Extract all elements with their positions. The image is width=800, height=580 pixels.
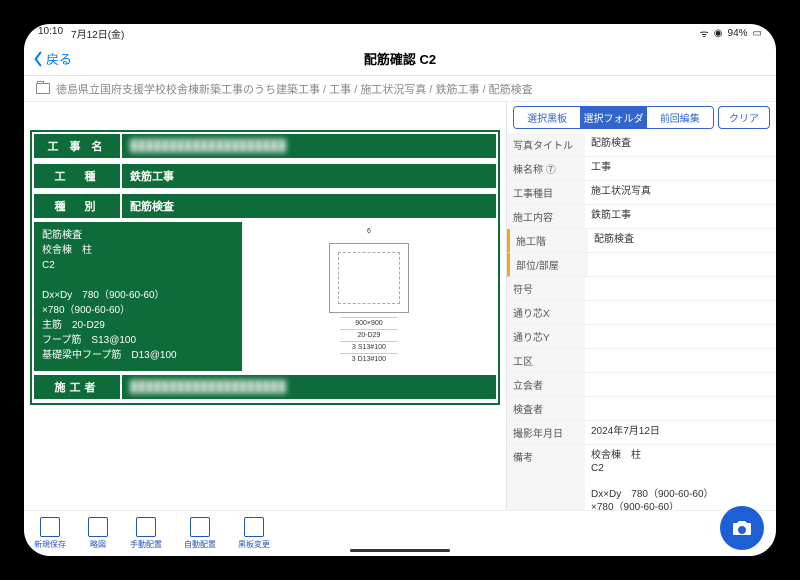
field-label: 検査者 bbox=[507, 397, 585, 420]
field-value bbox=[585, 277, 776, 300]
field-value bbox=[585, 349, 776, 372]
right-pane: 選択黒板 選択フォルダ 前回編集 クリア 写真タイトル配筋検査棟名称 ⑦工事工事… bbox=[506, 102, 776, 510]
bb-kind-label: 種 別 bbox=[32, 192, 122, 220]
field-value: 配筋検査 bbox=[588, 229, 776, 252]
seg-lastedit[interactable]: 前回編集 bbox=[647, 107, 713, 128]
field-row[interactable]: 施工内容鉄筋工事 bbox=[507, 205, 776, 229]
field-value: 校舎棟 柱 C2 Dx×Dy 780（900-60-60） ×780（900-6… bbox=[585, 445, 776, 510]
nav-bar: 戻る 配筋確認 C2 bbox=[24, 42, 776, 76]
field-row[interactable]: 通り芯X bbox=[507, 301, 776, 325]
toolbar-手動配置[interactable]: 手動配置 bbox=[130, 517, 162, 550]
field-row[interactable]: 棟名称 ⑦工事 bbox=[507, 157, 776, 181]
field-value bbox=[585, 397, 776, 420]
status-bar: 10:107月12日(金) ᯤ◉94%▭ bbox=[24, 24, 776, 42]
field-label: 符号 bbox=[507, 277, 585, 300]
camera-button[interactable] bbox=[720, 506, 764, 550]
toolbar-icon bbox=[40, 517, 60, 537]
field-label: 工事種目 bbox=[507, 181, 585, 204]
field-row[interactable]: 施工階配筋検査 bbox=[507, 229, 776, 253]
field-label: 撮影年月日 bbox=[507, 421, 585, 444]
battery-pct: 94% bbox=[728, 28, 748, 39]
field-row[interactable]: 検査者 bbox=[507, 397, 776, 421]
field-value bbox=[585, 325, 776, 348]
blackboard[interactable]: 工 事 名████████████████████ 工 種鉄筋工事 種 別配筋検… bbox=[30, 130, 500, 405]
field-value bbox=[588, 253, 776, 276]
status-date: 7月12日(金) bbox=[71, 26, 124, 41]
field-row[interactable]: 符号 bbox=[507, 277, 776, 301]
toolbar-icon bbox=[190, 517, 210, 537]
bb-body-text: 配筋検査 校舎棟 柱 C2 Dx×Dy 780（900-60-60） ×780（… bbox=[34, 222, 242, 371]
toolbar-icon bbox=[88, 517, 108, 537]
field-row[interactable]: 工区 bbox=[507, 349, 776, 373]
field-label: 施工階 bbox=[510, 229, 588, 252]
field-value bbox=[585, 373, 776, 396]
home-indicator[interactable] bbox=[350, 549, 450, 552]
toolbar-黒板変更[interactable]: 黒板変更 bbox=[238, 517, 270, 550]
toolbar-自動配置[interactable]: 自動配置 bbox=[184, 517, 216, 550]
field-row[interactable]: 工事種目施工状況写真 bbox=[507, 181, 776, 205]
field-label: 棟名称 ⑦ bbox=[507, 157, 585, 180]
field-row[interactable]: 部位/部屋 bbox=[507, 253, 776, 277]
toolbar-略図[interactable]: 略図 bbox=[88, 517, 108, 550]
bb-diagram: 6 900×900 20-D29 3 S13#100 3 D13#100 bbox=[242, 222, 496, 371]
field-label: 部位/部屋 bbox=[510, 253, 588, 276]
field-row[interactable]: 撮影年月日2024年7月12日 bbox=[507, 421, 776, 445]
toolbar-icon bbox=[136, 517, 156, 537]
bb-name-value: ████████████████████ bbox=[122, 132, 498, 160]
field-value: 2024年7月12日 bbox=[585, 421, 776, 444]
field-label: 通り芯Y bbox=[507, 325, 585, 348]
breadcrumb: 徳島県立国府支援学校校舎棟新築工事のうち建築工事 / 工事 / 施工状況写真 /… bbox=[24, 76, 776, 102]
field-label: 施工内容 bbox=[507, 205, 585, 228]
battery-icon: ◉ bbox=[714, 28, 723, 39]
field-row[interactable]: 備考校舎棟 柱 C2 Dx×Dy 780（900-60-60） ×780（900… bbox=[507, 445, 776, 510]
field-value: 鉄筋工事 bbox=[585, 205, 776, 228]
wifi-icon: ᯤ bbox=[700, 26, 709, 40]
field-row[interactable]: 立会者 bbox=[507, 373, 776, 397]
field-label: 備考 bbox=[507, 445, 585, 510]
field-value: 配筋検査 bbox=[585, 133, 776, 156]
field-value bbox=[585, 301, 776, 324]
bb-contractor-value: ████████████████████ bbox=[122, 373, 498, 401]
left-pane: 工 事 名████████████████████ 工 種鉄筋工事 種 別配筋検… bbox=[24, 102, 506, 510]
field-value: 施工状況写真 bbox=[585, 181, 776, 204]
seg-folder[interactable]: 選択フォルダ bbox=[580, 107, 646, 128]
field-value: 工事 bbox=[585, 157, 776, 180]
page-title: 配筋確認 C2 bbox=[24, 49, 776, 68]
seg-blackboard[interactable]: 選択黒板 bbox=[514, 107, 580, 128]
field-row[interactable]: 写真タイトル配筋検査 bbox=[507, 133, 776, 157]
bb-kind-value: 配筋検査 bbox=[122, 192, 498, 220]
field-label: 工区 bbox=[507, 349, 585, 372]
toolbar-新規保存[interactable]: 新規保存 bbox=[34, 517, 66, 550]
clear-button[interactable]: クリア bbox=[718, 106, 770, 129]
back-label: 戻る bbox=[46, 49, 72, 68]
field-label: 立会者 bbox=[507, 373, 585, 396]
bb-name-label: 工 事 名 bbox=[32, 132, 122, 160]
back-button[interactable]: 戻る bbox=[24, 49, 72, 68]
bb-type-value: 鉄筋工事 bbox=[122, 162, 498, 190]
field-label: 通り芯X bbox=[507, 301, 585, 324]
status-time: 10:10 bbox=[38, 26, 63, 41]
field-label: 写真タイトル bbox=[507, 133, 585, 156]
bb-type-label: 工 種 bbox=[32, 162, 122, 190]
breadcrumb-path: 徳島県立国府支援学校校舎棟新築工事のうち建築工事 / 工事 / 施工状況写真 /… bbox=[56, 81, 533, 97]
folder-icon bbox=[36, 83, 50, 94]
segment-control[interactable]: 選択黒板 選択フォルダ 前回編集 bbox=[513, 106, 714, 129]
toolbar-icon bbox=[244, 517, 264, 537]
bb-contractor-label: 施工者 bbox=[32, 373, 122, 401]
field-row[interactable]: 通り芯Y bbox=[507, 325, 776, 349]
